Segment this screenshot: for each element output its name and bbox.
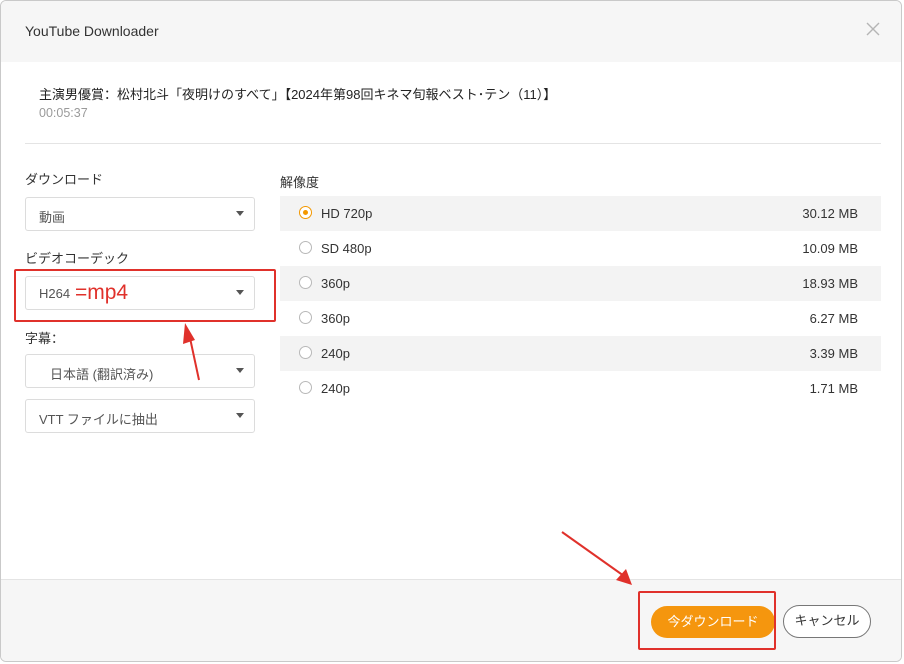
resolution-option[interactable]: 240p 3.39 MB (280, 336, 881, 371)
resolution-size: 30.12 MB (802, 206, 858, 221)
radio-button[interactable] (299, 311, 312, 324)
downloader-dialog: YouTube Downloader 主演男優賞：松村北斗「夜明けのすべて」【2… (0, 0, 902, 662)
dialog-title: YouTube Downloader (25, 23, 159, 39)
resolution-size: 10.09 MB (802, 241, 858, 256)
radio-button[interactable] (299, 346, 312, 359)
download-type-select[interactable]: 動画 (25, 197, 255, 231)
radio-button[interactable] (299, 206, 312, 219)
video-duration: 00:05:37 (39, 106, 88, 120)
chevron-down-icon (236, 413, 244, 418)
resolution-name: 360p (321, 276, 350, 291)
divider (25, 143, 881, 144)
subtitle-language-select[interactable]: 日本語 (翻訳済み) (25, 354, 255, 388)
resolution-size: 3.39 MB (809, 346, 858, 361)
codec-highlight-box (14, 269, 276, 322)
resolution-name: HD 720p (321, 206, 373, 221)
resolution-label: 解像度 (280, 175, 320, 190)
resolution-option[interactable]: 240p 1.71 MB (280, 371, 881, 406)
radio-button[interactable] (299, 381, 312, 394)
resolution-option[interactable]: HD 720p 30.12 MB (280, 196, 881, 231)
resolution-option[interactable]: 360p 6.27 MB (280, 301, 881, 336)
video-title: 主演男優賞：松村北斗「夜明けのすべて」【2024年第98回キネマ旬報ベスト･テン… (39, 87, 557, 102)
video-codec-label: ビデオコーデック (25, 251, 130, 266)
subtitle-language-value: 日本語 (翻訳済み) (50, 367, 154, 382)
resolution-option[interactable]: 360p 18.93 MB (280, 266, 881, 301)
radio-button[interactable] (299, 241, 312, 254)
resolution-size: 6.27 MB (809, 311, 858, 326)
download-type-value: 動画 (39, 210, 66, 225)
subtitle-label: 字幕： (25, 331, 65, 346)
resolution-name: 240p (321, 346, 350, 361)
chevron-down-icon (236, 211, 244, 216)
title-bar: YouTube Downloader (1, 1, 901, 62)
download-highlight-box (638, 591, 776, 650)
resolution-name: 240p (321, 381, 350, 396)
download-type-label: ダウンロード (25, 172, 104, 187)
subtitle-format-value: VTT ファイルに抽出 (39, 412, 158, 427)
resolution-option[interactable]: SD 480p 10.09 MB (280, 231, 881, 266)
chevron-down-icon (236, 368, 244, 373)
cancel-button[interactable]: キャンセル (783, 605, 871, 638)
close-icon[interactable] (863, 19, 883, 39)
resolution-size: 18.93 MB (802, 276, 858, 291)
subtitle-format-select[interactable]: VTT ファイルに抽出 (25, 399, 255, 433)
radio-button[interactable] (299, 276, 312, 289)
resolution-name: SD 480p (321, 241, 372, 256)
resolution-size: 1.71 MB (809, 381, 858, 396)
resolution-name: 360p (321, 311, 350, 326)
